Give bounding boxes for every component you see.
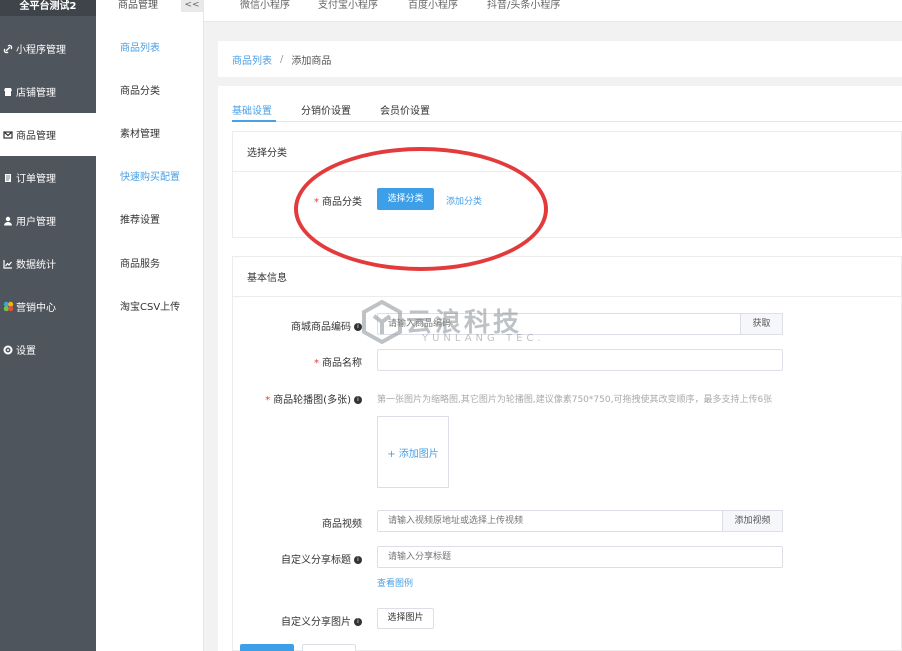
- sidebar-item-goods[interactable]: 商品管理: [0, 113, 96, 156]
- goods-name-label: * 商品名称: [314, 358, 362, 369]
- tab-member-price[interactable]: 会员价设置: [380, 102, 430, 117]
- info-icon: i: [354, 556, 362, 564]
- logo-icon: [362, 299, 402, 345]
- sidebar-item-label: 数据统计: [16, 260, 56, 271]
- submit-button[interactable]: [240, 644, 294, 651]
- marketing-icon: [2, 301, 14, 313]
- share-image-label: 自定义分享图片 i: [222, 613, 362, 628]
- submenu-item-csv-upload[interactable]: 淘宝CSV上传: [120, 301, 180, 315]
- submenu-item-service[interactable]: 商品服务: [120, 258, 160, 272]
- info-icon: i: [354, 618, 362, 626]
- settings-tabs: 基础设置 分销价设置 会员价设置: [232, 100, 902, 122]
- breadcrumb-separator: /: [280, 53, 284, 65]
- tab-distribution-price[interactable]: 分销价设置: [301, 102, 351, 117]
- sidebar-item-label: 营销中心: [16, 303, 56, 314]
- sidebar-item-settings[interactable]: 设置: [0, 328, 96, 371]
- platform-tabs: 微信小程序 支付宝小程序 百度小程序 抖音/头条小程序: [204, 0, 902, 22]
- sidebar-item-users[interactable]: 用户管理: [0, 199, 96, 242]
- tab-alipay[interactable]: 支付宝小程序: [318, 0, 378, 12]
- submenu-item-quick-buy[interactable]: 快速购买配置: [120, 171, 180, 185]
- chart-icon: [2, 258, 14, 270]
- shop-icon: [2, 86, 14, 98]
- info-icon: i: [354, 323, 362, 331]
- order-icon: [2, 172, 14, 184]
- breadcrumb-parent[interactable]: 商品列表: [232, 52, 272, 67]
- sidebar-item-miniprogram[interactable]: 小程序管理: [0, 27, 96, 70]
- active-tab-indicator: [232, 120, 276, 122]
- breadcrumb-current: 添加商品: [291, 55, 332, 67]
- submenu-item-goods-list[interactable]: 商品列表: [120, 42, 160, 56]
- sidebar-item-label: 店铺管理: [16, 88, 56, 99]
- tab-douyin[interactable]: 抖音/头条小程序: [487, 0, 560, 12]
- add-video-button[interactable]: 添加视频: [722, 510, 783, 532]
- sidebar-item-orders[interactable]: 订单管理: [0, 156, 96, 199]
- info-icon: i: [354, 396, 362, 404]
- sidebar-item-label: 订单管理: [16, 174, 56, 185]
- video-url-input[interactable]: [377, 510, 723, 532]
- sidebar-item-label: 设置: [16, 346, 36, 357]
- submenu-item-recommend[interactable]: 推荐设置: [120, 214, 160, 228]
- goods-name-input[interactable]: [377, 349, 783, 371]
- breadcrumb: 商品列表 / 添加商品: [218, 41, 902, 77]
- select-image-button[interactable]: 选择图片: [377, 608, 434, 629]
- tab-wechat[interactable]: 微信小程序: [240, 0, 290, 12]
- carousel-label: * 商品轮播图(多张) i: [222, 391, 362, 406]
- link-icon: [2, 43, 14, 55]
- goods-code-label: 商城商品编码 i: [222, 318, 362, 333]
- share-title-label: 自定义分享标题 i: [222, 551, 362, 566]
- secondary-button[interactable]: [302, 644, 356, 651]
- sub-menu: 商品管理 << 商品列表 商品分类 素材管理 快速购买配置 推荐设置 商品服务 …: [96, 0, 204, 651]
- main-sidebar: 全平台测试2 小程序管理 店铺管理 商品管理 订单管理 用户管理 数据统计 营销…: [0, 0, 96, 651]
- collapse-button[interactable]: <<: [181, 0, 203, 12]
- sidebar-item-label: 商品管理: [16, 131, 56, 142]
- watermark-subtext: YUNLANG TEC.: [422, 333, 545, 344]
- carousel-hint: 第一张图片为缩略图,其它图片为轮播图,建议像素750*750,可拖拽使其改变顺序…: [377, 395, 773, 405]
- sidebar-item-marketing[interactable]: 营销中心: [0, 285, 96, 328]
- submenu-title: 商品管理: [118, 0, 158, 11]
- sidebar-item-stats[interactable]: 数据统计: [0, 242, 96, 285]
- fetch-code-button[interactable]: 获取: [740, 313, 783, 335]
- share-title-input[interactable]: [377, 546, 783, 568]
- view-example-link[interactable]: 查看图例: [377, 576, 413, 589]
- brand-name: 全平台测试2: [0, 0, 96, 16]
- user-icon: [2, 215, 14, 227]
- gear-icon: [2, 344, 14, 356]
- sidebar-item-label: 小程序管理: [16, 45, 66, 56]
- watermark-logo: 云浪科技 YUNLANG TEC.: [362, 299, 582, 350]
- tab-baidu[interactable]: 百度小程序: [408, 0, 458, 12]
- sidebar-item-shop[interactable]: 店铺管理: [0, 70, 96, 113]
- highlight-ring: [294, 147, 548, 271]
- add-image-upload[interactable]: + 添加图片: [377, 416, 449, 488]
- basic-info-title: 基本信息: [233, 257, 901, 297]
- sidebar-item-label: 用户管理: [16, 217, 56, 228]
- video-label: 商品视频: [322, 519, 362, 530]
- submenu-item-material[interactable]: 素材管理: [120, 128, 160, 142]
- mail-icon: [2, 129, 14, 141]
- submenu-item-category[interactable]: 商品分类: [120, 85, 160, 99]
- tab-basic-settings[interactable]: 基础设置: [232, 102, 272, 117]
